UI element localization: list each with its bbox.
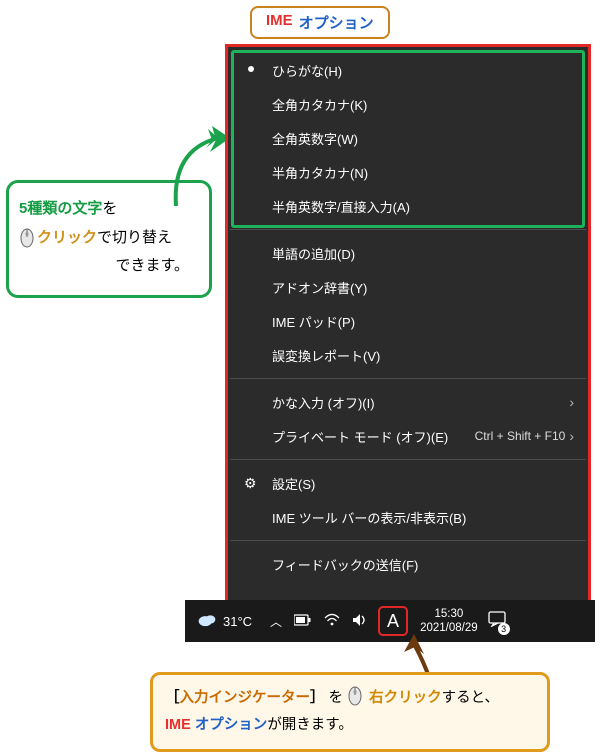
menu-divider — [230, 540, 586, 541]
menu-item-halfwidth-alnum[interactable]: 半角英数字/直接入力(A) — [228, 189, 588, 223]
ime-indicator[interactable]: A — [378, 606, 408, 636]
menu-item-halfwidth-katakana[interactable]: 半角カタカナ(N) — [228, 155, 588, 189]
menu-item-hiragana[interactable]: ひらがな(H) — [228, 53, 588, 87]
time: 15:30 — [420, 607, 478, 621]
input-indicator-label: 入力インジケーター — [180, 690, 311, 706]
selected-bullet-icon — [248, 66, 254, 72]
callout-right-click: ［入力インジケーター］ を 右クリックすると、 IME オプションが開きます。 — [150, 672, 550, 752]
option-label: オプション — [195, 717, 268, 733]
chevron-right-icon: › — [569, 394, 574, 410]
menu-item-misconv-report[interactable]: 誤変換レポート(V) — [228, 338, 588, 372]
date: 2021/08/29 — [420, 621, 478, 635]
menu-divider — [230, 459, 586, 460]
mouse-icon — [347, 685, 363, 707]
wifi-icon[interactable] — [324, 613, 340, 630]
mouse-icon — [19, 227, 35, 249]
menu-item-fullwidth-alnum[interactable]: 全角英数字(W) — [228, 121, 588, 155]
clock[interactable]: 15:30 2021/08/29 — [420, 607, 478, 636]
menu-item-private-mode[interactable]: プライベート モード (オフ)(E) Ctrl + Shift + F10› — [228, 419, 588, 453]
shortcut-label: Ctrl + Shift + F10 — [475, 429, 566, 443]
ime-label: IME — [165, 717, 191, 733]
menu-item-fullwidth-katakana[interactable]: 全角カタカナ(K) — [228, 87, 588, 121]
ime-indicator-letter: A — [387, 611, 399, 632]
title-option: オプション — [299, 12, 374, 33]
tray-overflow-icon[interactable]: ︿ — [270, 613, 282, 630]
menu-item-add-word[interactable]: 単語の追加(D) — [228, 236, 588, 270]
title-ime: IME — [266, 12, 293, 33]
menu-divider — [230, 229, 586, 230]
gear-icon: ⚙ — [244, 475, 257, 492]
menu-item-kana-input[interactable]: かな入力 (オフ)(I) › — [228, 385, 588, 419]
chevron-right-icon: › — [569, 428, 574, 444]
weather-icon[interactable] — [197, 612, 217, 630]
click-label: クリック — [37, 224, 97, 253]
action-center-icon[interactable]: 3 — [488, 611, 506, 632]
menu-item-settings[interactable]: ⚙ 設定(S) — [228, 466, 588, 500]
menu-item-addon-dict[interactable]: アドオン辞書(Y) — [228, 270, 588, 304]
five-types-label: 5種類の文字 — [19, 200, 102, 217]
callout-five-modes: 5種類の文字を クリックで切り替え できます。 — [6, 180, 212, 298]
ime-context-menu: ひらがな(H) 全角カタカナ(K) 全角英数字(W) 半角カタカナ(N) 半角英… — [225, 44, 591, 626]
right-click-label: 右クリック — [369, 690, 442, 706]
temperature[interactable]: 31°C — [223, 614, 252, 629]
menu-item-toggle-toolbar[interactable]: IME ツール バーの表示/非表示(B) — [228, 500, 588, 534]
volume-icon[interactable] — [352, 613, 368, 630]
menu-divider — [230, 378, 586, 379]
notification-count: 3 — [498, 623, 510, 635]
menu-item-send-feedback[interactable]: フィードバックの送信(F) — [228, 547, 588, 581]
ime-menu-body: ひらがな(H) 全角カタカナ(K) 全角英数字(W) 半角カタカナ(N) 半角英… — [228, 47, 588, 623]
tutorial-title: IME オプション — [250, 6, 390, 39]
menu-item-ime-pad[interactable]: IME パッド(P) — [228, 304, 588, 338]
windows-taskbar: 31°C ︿ A 15:30 2021/08/29 3 — [185, 600, 595, 642]
battery-icon[interactable] — [294, 613, 312, 629]
